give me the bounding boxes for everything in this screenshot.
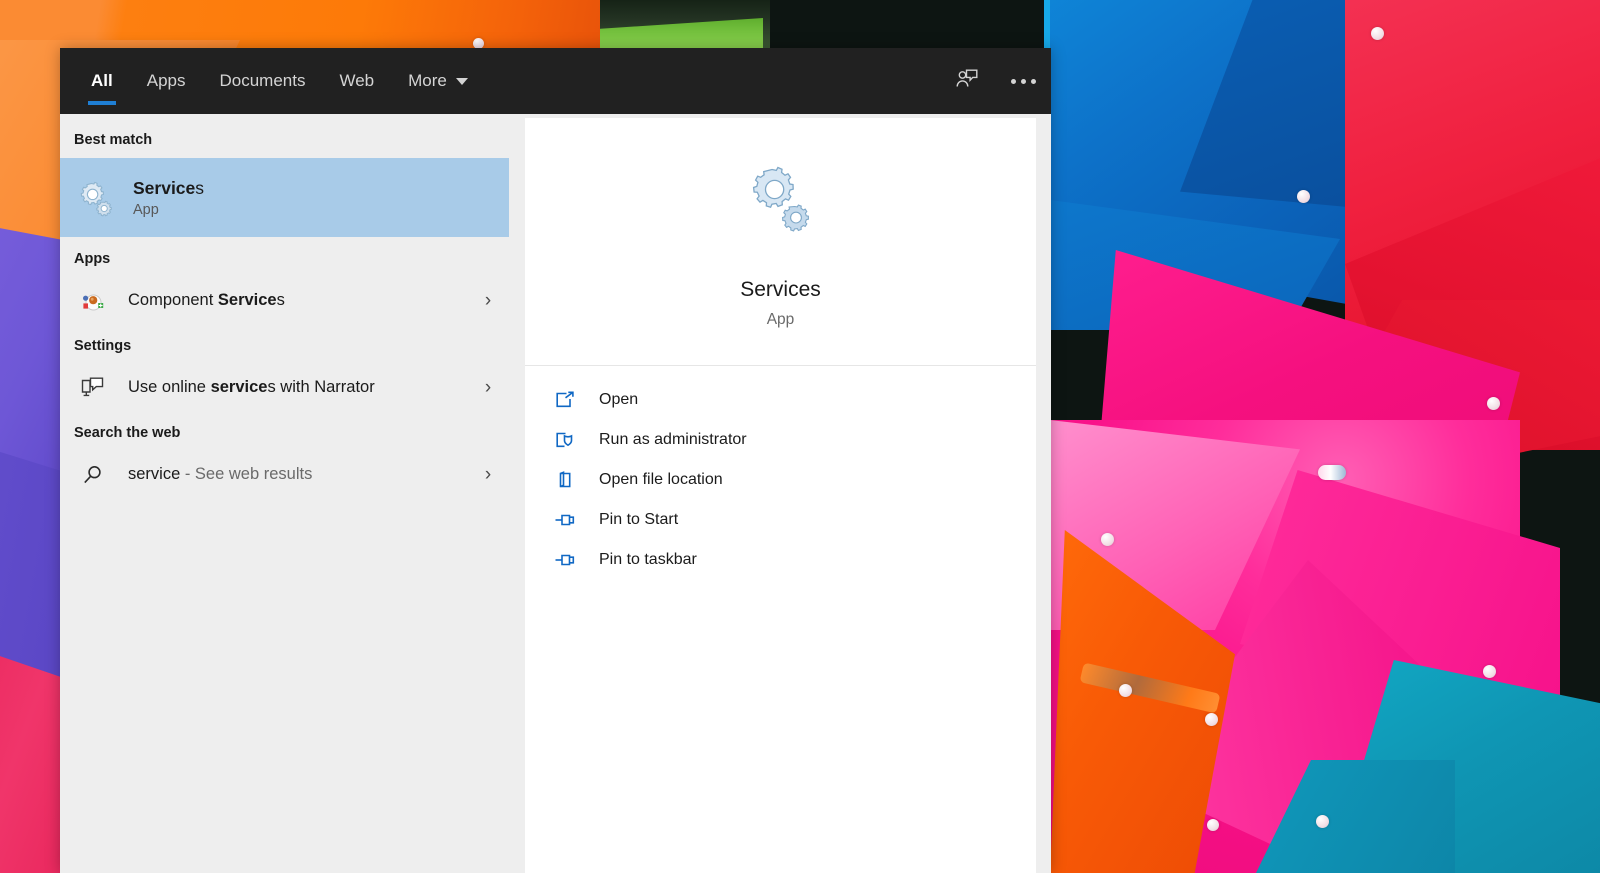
search-body: Best match	[60, 114, 1051, 873]
result-item-component-services[interactable]: Component Services ›	[60, 277, 509, 324]
person-feedback-icon	[954, 66, 980, 97]
more-options-button[interactable]	[995, 48, 1051, 114]
result-item-web-search-text: service - See web results	[128, 465, 473, 484]
result-item-services-title: Services	[133, 178, 204, 198]
chevron-right-icon[interactable]: ›	[473, 291, 503, 310]
action-open-file-location-label: Open file location	[599, 471, 723, 489]
preview-title: Services	[525, 278, 1036, 302]
tab-web[interactable]: Web	[322, 48, 391, 114]
result-item-services-text: Services App	[133, 178, 503, 218]
group-heading-settings: Settings	[60, 324, 509, 364]
feedback-button[interactable]	[939, 48, 995, 114]
chevron-right-icon[interactable]: ›	[473, 465, 503, 484]
preview-subtitle: App	[525, 311, 1036, 329]
action-pin-to-taskbar[interactable]: Pin to taskbar	[525, 540, 1036, 580]
result-item-services[interactable]: Services App	[60, 158, 509, 237]
group-heading-best-match: Best match	[60, 118, 509, 158]
tab-web-label: Web	[339, 71, 374, 91]
pin-icon	[551, 508, 579, 532]
preview-pane: Services App Open	[525, 118, 1036, 873]
group-heading-apps: Apps	[60, 237, 509, 277]
pin-icon	[551, 548, 579, 572]
search-icon	[74, 456, 112, 494]
action-run-as-administrator-label: Run as administrator	[599, 431, 747, 449]
desktop: All Apps Documents Web More	[0, 0, 1600, 873]
action-pin-to-taskbar-label: Pin to taskbar	[599, 551, 697, 569]
result-item-web-search-title: service - See web results	[128, 465, 312, 483]
action-open[interactable]: Open	[525, 380, 1036, 420]
tab-documents-label: Documents	[219, 71, 305, 91]
component-services-icon	[74, 282, 112, 320]
result-item-narrator-online-services[interactable]: Use online services with Narrator ›	[60, 364, 509, 411]
tab-all[interactable]: All	[74, 48, 130, 114]
group-heading-search-the-web: Search the web	[60, 411, 509, 451]
result-item-component-services-text: Component Services	[128, 291, 473, 310]
result-item-narrator-online-services-title: Use online services with Narrator	[128, 378, 375, 396]
search-header: All Apps Documents Web More	[60, 48, 1051, 114]
ellipsis-icon	[1011, 79, 1036, 84]
services-gears-icon	[525, 166, 1036, 232]
tab-apps-label: Apps	[147, 71, 186, 91]
search-flyout: All Apps Documents Web More	[60, 48, 1051, 873]
tab-more[interactable]: More	[391, 48, 485, 114]
preview-actions: Open Run as administrator	[525, 366, 1036, 580]
tab-more-label: More	[408, 71, 447, 91]
shield-icon	[551, 428, 579, 452]
action-pin-to-start[interactable]: Pin to Start	[525, 500, 1036, 540]
preview-pane-wrapper: Services App Open	[509, 114, 1051, 873]
action-open-label: Open	[599, 391, 638, 409]
action-open-file-location[interactable]: Open file location	[525, 460, 1036, 500]
result-item-web-search[interactable]: service - See web results ›	[60, 451, 509, 498]
header-spacer	[485, 48, 939, 114]
result-item-services-subtitle: App	[133, 202, 503, 218]
result-item-component-services-title: Component Services	[128, 291, 285, 309]
result-item-narrator-online-services-text: Use online services with Narrator	[128, 378, 473, 397]
tab-apps[interactable]: Apps	[130, 48, 203, 114]
action-run-as-administrator[interactable]: Run as administrator	[525, 420, 1036, 460]
action-pin-to-start-label: Pin to Start	[599, 511, 678, 529]
chevron-right-icon[interactable]: ›	[473, 378, 503, 397]
preview-hero: Services App	[525, 118, 1036, 366]
tab-all-label: All	[91, 71, 113, 91]
folder-icon	[551, 468, 579, 492]
chevron-down-icon	[456, 78, 468, 85]
open-external-icon	[551, 388, 579, 412]
narrator-monitor-icon	[74, 369, 112, 407]
tab-documents[interactable]: Documents	[202, 48, 322, 114]
results-list: Best match	[60, 114, 509, 873]
services-gears-icon	[74, 177, 116, 219]
